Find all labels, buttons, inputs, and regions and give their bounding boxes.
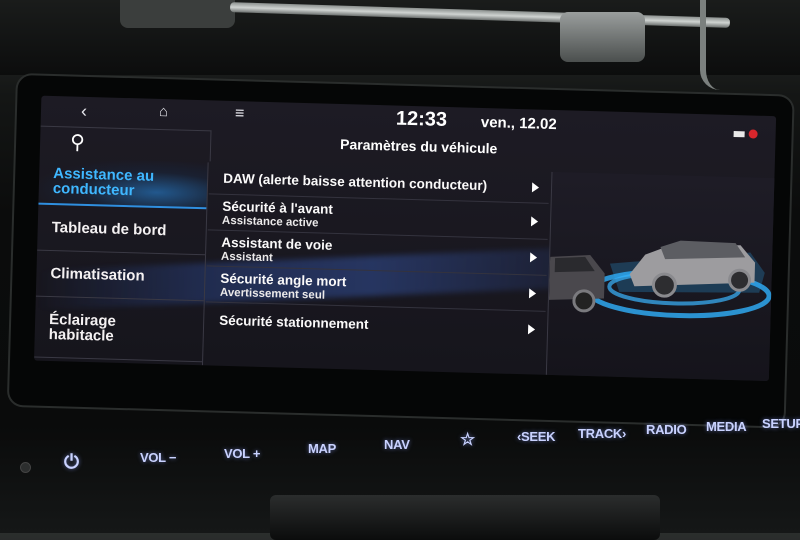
status-icons	[733, 129, 758, 139]
hamburger-menu-icon[interactable]: ≡	[235, 105, 245, 123]
chevron-right-icon	[529, 251, 538, 263]
chevron-right-icon	[528, 287, 537, 299]
settings-list: DAW (alerte baisse attention conducteur)…	[204, 162, 550, 374]
sidebar-item-label: Tableau de bord	[51, 219, 167, 240]
star-icon[interactable]: ☆	[460, 430, 475, 450]
media-button[interactable]: MEDIA	[706, 419, 747, 434]
list-item-title: DAW (alerte baisse attention conducteur)	[222, 170, 488, 194]
search-icon[interactable]: ⚲	[70, 129, 85, 154]
main-car-wheel	[651, 272, 677, 298]
lower-console-panel	[270, 495, 660, 540]
infotainment-bezel: ‹ ⌂ ≡ 12:33 ven., 12.02 ⚲ Paramètres du …	[8, 75, 793, 427]
seek-back-button[interactable]: ‹SEEK	[517, 429, 556, 444]
vol-up-button[interactable]: VOL +	[224, 446, 261, 461]
nav-button[interactable]: NAV	[384, 437, 410, 452]
page-title: Paramètres du véhicule	[339, 136, 498, 157]
search-area: ⚲	[39, 125, 212, 162]
map-button[interactable]: MAP	[308, 441, 336, 456]
cars-illustration	[548, 240, 772, 319]
chevron-left-icon[interactable]: ‹	[81, 101, 88, 122]
vent-tab	[120, 0, 235, 28]
sidebar-item-eclairage-habitacle[interactable]: Éclairage habitacle	[34, 296, 204, 363]
sidebar-item-label: Éclairage habitacle	[48, 310, 117, 345]
blind-spot-illustration	[545, 171, 776, 382]
date: ven., 12.02	[480, 113, 557, 134]
vent-slat	[229, 2, 731, 28]
radio-button[interactable]: RADIO	[646, 422, 687, 437]
infotainment-screen: ‹ ⌂ ≡ 12:33 ven., 12.02 ⚲ Paramètres du …	[34, 95, 777, 382]
air-vent	[0, 0, 800, 90]
chevron-right-icon	[530, 215, 539, 227]
vol-down-button[interactable]: VOL −	[140, 450, 177, 465]
sidebar: Assistance au conducteur Tableau de bord…	[34, 157, 209, 366]
vent-frame	[700, 0, 800, 90]
sidebar-item-assistance-conducteur[interactable]: Assistance au conducteur	[38, 157, 208, 210]
home-icon[interactable]: ⌂	[159, 103, 169, 120]
list-item-title: Sécurité stationnement	[219, 312, 369, 332]
setup-button[interactable]: SETUP	[762, 416, 800, 431]
muted-red-icon	[748, 129, 758, 139]
main-car-wheel	[728, 268, 752, 292]
sidebar-item-label: Assistance au conducteur	[52, 164, 155, 199]
second-car-wheel	[572, 289, 596, 313]
vent-adjuster-knob[interactable]	[560, 12, 645, 62]
sidebar-item-label: Climatisation	[50, 264, 145, 285]
power-icon[interactable]: ⏻	[64, 452, 79, 474]
track-forward-button[interactable]: TRACK›	[578, 426, 626, 441]
hardware-buttons: ⏻ VOL − VOL + MAP NAV ☆ ‹SEEK TRACK› RAD…	[0, 410, 800, 480]
sidebar-item-climatisation[interactable]: Climatisation	[35, 250, 206, 302]
chevron-right-icon	[527, 323, 536, 335]
chevron-right-icon	[531, 181, 540, 193]
rectangle-indicator-icon	[733, 130, 745, 137]
clock: 12:33	[395, 107, 448, 131]
sidebar-item-tableau-de-bord[interactable]: Tableau de bord	[37, 204, 207, 256]
